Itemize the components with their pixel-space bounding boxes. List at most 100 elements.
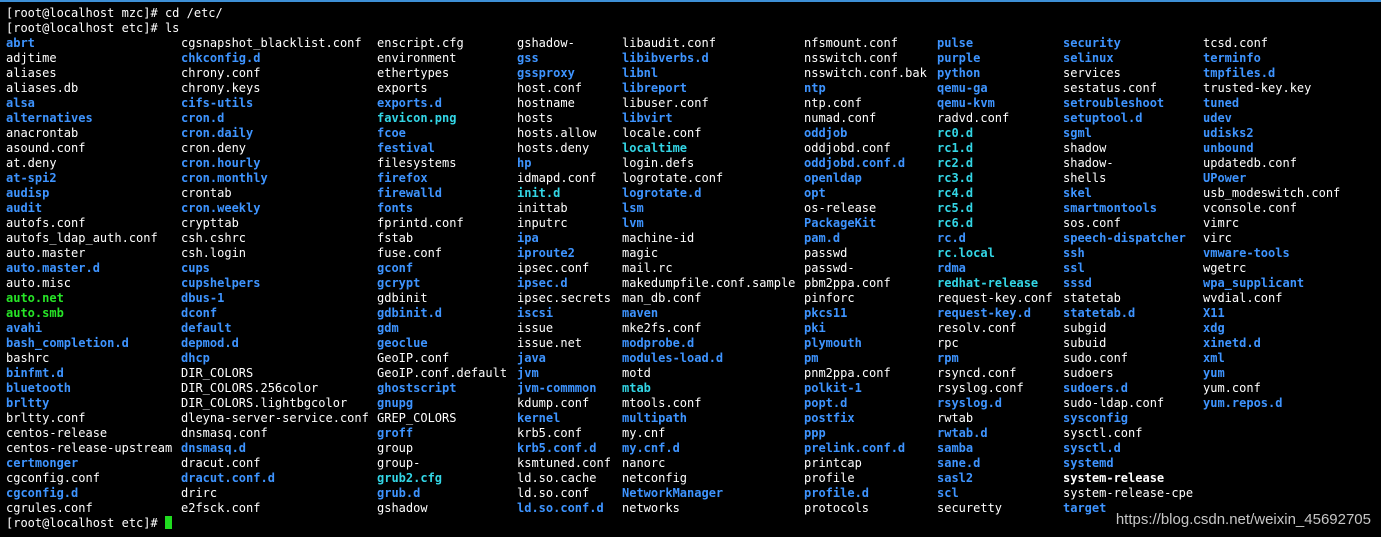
ls-entry: PackageKit [804, 216, 877, 230]
ls-entry: grub2.cfg [377, 471, 443, 485]
ls-entry: rc.d [937, 231, 966, 245]
ls-entry: shadow- [1063, 156, 1114, 170]
ls-entry: logrotate.conf [622, 171, 724, 185]
ls-entry: modules-load.d [622, 351, 724, 365]
terminal-window[interactable]: [root@localhost mzc]# cd /etc/ [root@loc… [0, 0, 1381, 537]
ls-entry: issue [517, 321, 554, 335]
ls-entry: crontab [181, 186, 232, 200]
ls-entry: kernel [517, 411, 561, 425]
ls-entry: login.defs [622, 156, 695, 170]
ls-entry: dnsmasq.conf [181, 426, 268, 440]
ls-entry: prelink.conf.d [804, 441, 906, 455]
ls-entry: ipsec.secrets [517, 291, 611, 305]
ls-entry: lsm [622, 201, 644, 215]
ls-entry: xinetd.d [1203, 336, 1261, 350]
ls-entry: alternatives [6, 111, 93, 125]
ls-entry: passwd [804, 246, 848, 260]
ls-entry: system-release-cpe [1063, 486, 1194, 500]
ls-entry: ld.so.conf.d [517, 501, 604, 515]
ls-entry: sudo.conf [1063, 351, 1129, 365]
ls-entry: csh.login [181, 246, 247, 260]
command-line-ls: [root@localhost etc]# ls [6, 21, 180, 35]
ls-entry: grub.d [377, 486, 421, 500]
ls-entry: plymouth [804, 336, 862, 350]
ls-entry: ghostscript [377, 381, 457, 395]
ls-entry: nfsmount.conf [804, 36, 898, 50]
ls-entry: pki [804, 321, 826, 335]
ls-entry: hp [517, 156, 532, 170]
ls-entry: bashrc [6, 351, 50, 365]
ls-entry: chkconfig.d [181, 51, 261, 65]
shell-prompt[interactable]: [root@localhost etc]# [6, 516, 172, 531]
ls-entry: init.d [517, 186, 561, 200]
ls-entry: openldap [804, 171, 862, 185]
ls-entry: mtools.conf [622, 396, 702, 410]
ls-entry: dleyna-server-service.conf [181, 411, 369, 425]
ls-entry: cgconfig.d [6, 486, 79, 500]
ls-entry: GeoIP.conf.default [377, 366, 508, 380]
ls-entry: ethertypes [377, 66, 450, 80]
ls-entry: pm [804, 351, 819, 365]
ls-entry: trusted-key.key [1203, 81, 1312, 95]
ls-entry: at-spi2 [6, 171, 57, 185]
ls-entry: certmonger [6, 456, 79, 470]
ls-entry: security [1063, 36, 1121, 50]
ls-entry: subuid [1063, 336, 1107, 350]
ls-entry: exports [377, 81, 428, 95]
ls-entry: depmod.d [181, 336, 239, 350]
ls-entry: issue.net [517, 336, 583, 350]
ls-entry: gss [517, 51, 539, 65]
ls-entry: skel [1063, 186, 1092, 200]
ls-entry: localtime [622, 141, 688, 155]
ls-entry: sgml [1063, 126, 1092, 140]
ls-entry: dnsmasq.d [181, 441, 247, 455]
ls-entry: environment [377, 51, 457, 65]
ls-entry: idmapd.conf [517, 171, 597, 185]
ls-entry: drirc [181, 486, 218, 500]
ls-entry: samba [937, 441, 974, 455]
ls-entry: wgetrc [1203, 261, 1247, 275]
ls-entry: postfix [804, 411, 855, 425]
ls-entry: gnupg [377, 396, 414, 410]
ls-entry: wpa_supplicant [1203, 276, 1305, 290]
ls-entry: auto.smb [6, 306, 64, 320]
ls-entry: festival [377, 141, 435, 155]
ls-entry: exports.d [377, 96, 443, 110]
ls-entry: dracut.conf [181, 456, 261, 470]
ls-entry: csh.cshrc [181, 231, 247, 245]
ls-entry: motd [622, 366, 651, 380]
ls-entry: rc0.d [937, 126, 974, 140]
ls-entry: ssl [1063, 261, 1085, 275]
ls-entry: ntp.conf [804, 96, 862, 110]
ls-entry: geoclue [377, 336, 428, 350]
ls-entry: tcsd.conf [1203, 36, 1269, 50]
ls-entry: nanorc [622, 456, 666, 470]
ls-entry: auto.net [6, 291, 64, 305]
ls-entry: chrony.conf [181, 66, 261, 80]
ls-entry: netconfig [622, 471, 688, 485]
ls-entry: modprobe.d [622, 336, 695, 350]
ls-entry: vimrc [1203, 216, 1240, 230]
window-top-border [0, 0, 1381, 2]
ls-entry: my.cnf.d [622, 441, 680, 455]
ls-entry: gssproxy [517, 66, 575, 80]
ls-entry: machine-id [622, 231, 695, 245]
ls-entry: default [181, 321, 232, 335]
ls-entry: sudo-ldap.conf [1063, 396, 1165, 410]
ls-entry: purple [937, 51, 981, 65]
ls-entry: tmpfiles.d [1203, 66, 1276, 80]
ls-entry: aliases [6, 66, 57, 80]
ls-entry: ppp [804, 426, 826, 440]
ls-entry: dbus-1 [181, 291, 225, 305]
ls-entry: my.cnf [622, 426, 666, 440]
ls-entry: rc.local [937, 246, 995, 260]
ls-entry: asound.conf [6, 141, 86, 155]
ls-entry: maven [622, 306, 659, 320]
ls-entry: rc5.d [937, 201, 974, 215]
ls-entry: NetworkManager [622, 486, 724, 500]
ls-column: gshadow-gss gssproxy host.conf hostname host… [517, 36, 611, 516]
ls-entry: cron.hourly [181, 156, 261, 170]
ls-entry: rc3.d [937, 171, 974, 185]
ls-entry: cron.deny [181, 141, 247, 155]
csdn-watermark: https://blog.csdn.net/weixin_45692705 [1115, 511, 1371, 528]
